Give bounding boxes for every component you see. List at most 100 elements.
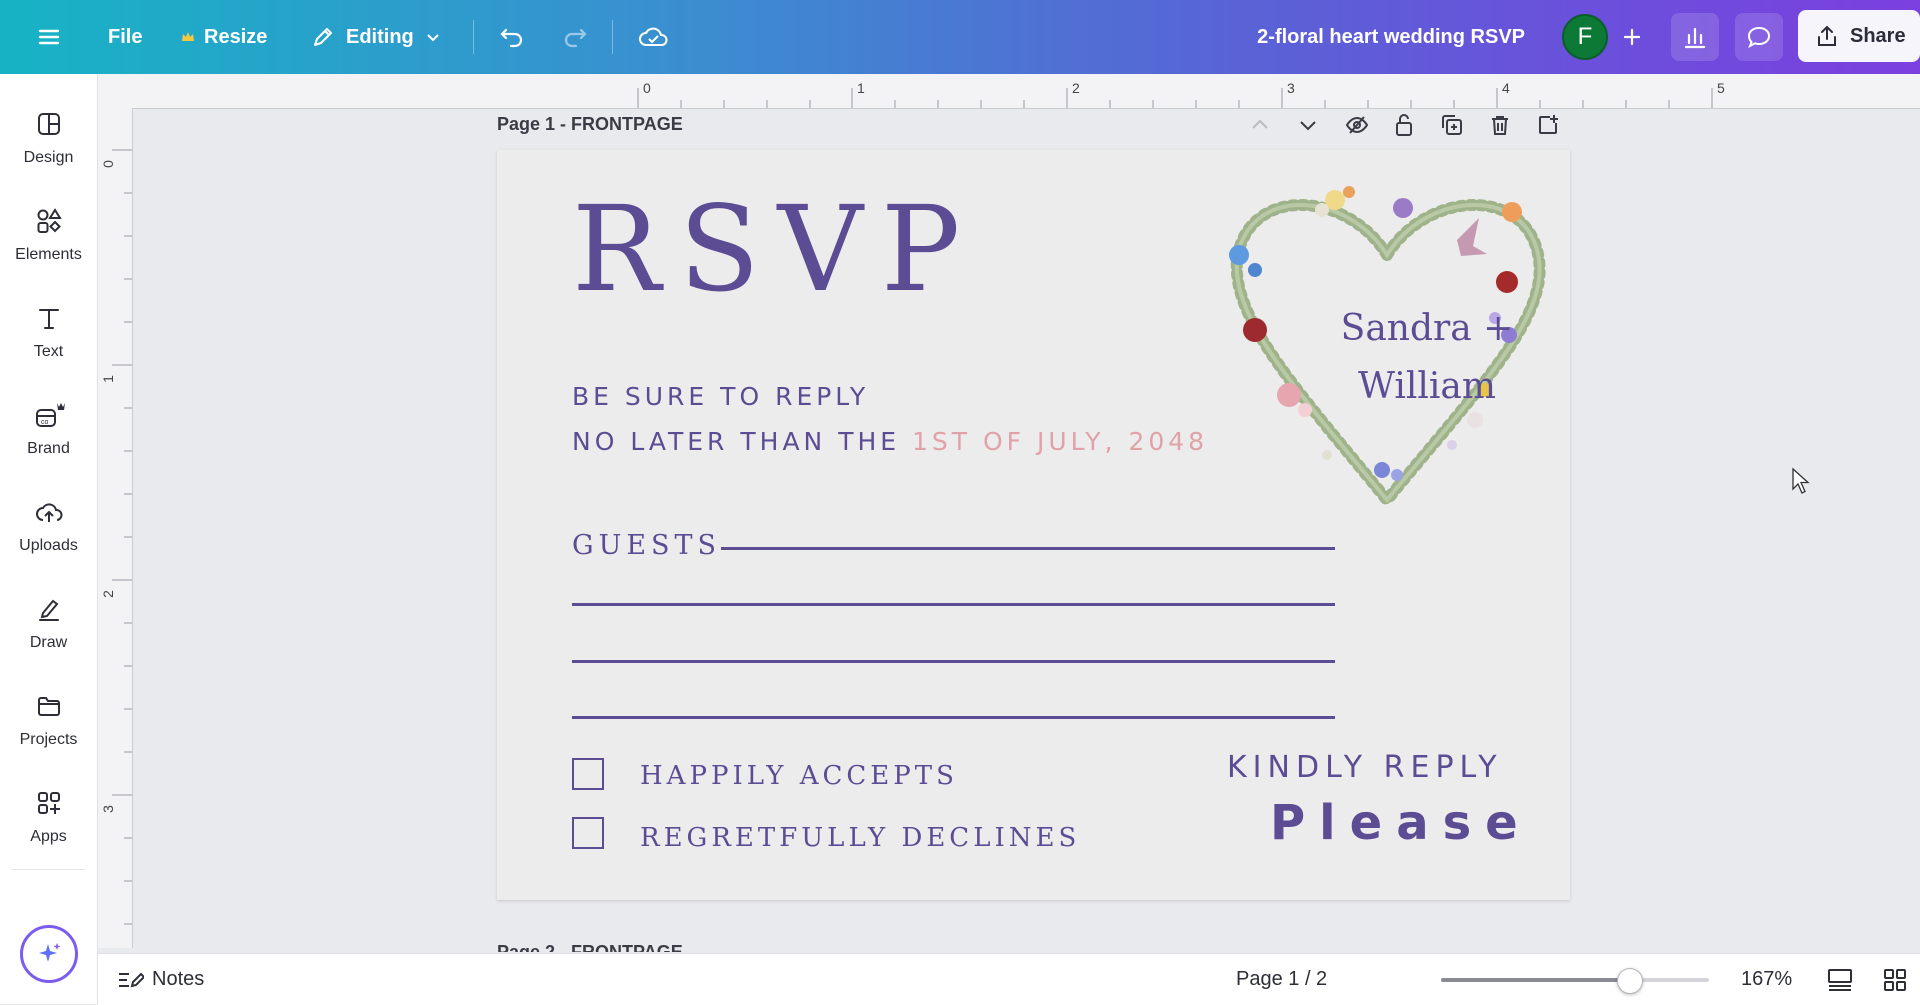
page-title[interactable]: Page 1 - FRONTPAGE bbox=[497, 114, 683, 135]
editing-label: Editing bbox=[346, 25, 414, 48]
redo-button[interactable] bbox=[560, 0, 590, 74]
share-button[interactable]: Share bbox=[1798, 10, 1920, 62]
crown-icon bbox=[182, 32, 194, 41]
guest-line[interactable] bbox=[572, 716, 1335, 719]
user-avatar[interactable]: F bbox=[1562, 14, 1608, 60]
notes-button[interactable]: Notes bbox=[116, 954, 204, 1005]
ruler-ticks bbox=[112, 149, 132, 925]
please-text[interactable]: Please bbox=[1270, 795, 1532, 851]
ruler-label: 0 bbox=[99, 160, 116, 168]
save-status-button[interactable] bbox=[637, 0, 669, 74]
design-icon bbox=[37, 113, 60, 135]
apps-icon bbox=[37, 792, 60, 814]
svg-text:co: co bbox=[41, 419, 49, 426]
ruler-label: 2 bbox=[1072, 80, 1080, 96]
add-page-icon[interactable] bbox=[1536, 113, 1560, 137]
reply-prefix: NO LATER THAN THE bbox=[572, 427, 913, 456]
ruler-label: 3 bbox=[99, 805, 116, 813]
sidebar-item-apps[interactable]: Apps bbox=[0, 771, 97, 861]
accept-checkbox[interactable] bbox=[572, 758, 604, 790]
file-menu-button[interactable]: File bbox=[108, 0, 142, 74]
left-sidebar: Design Elements Text co Brand Uploads Dr… bbox=[0, 74, 98, 1004]
insights-button[interactable] bbox=[1671, 13, 1719, 61]
text-icon bbox=[38, 309, 59, 329]
ruler-label: 4 bbox=[1502, 80, 1510, 96]
ruler-label: 5 bbox=[1717, 80, 1725, 96]
reply-deadline-date: 1ST OF JULY, 2048 bbox=[912, 427, 1209, 456]
hamburger-icon bbox=[38, 29, 60, 45]
comments-button[interactable] bbox=[1735, 13, 1783, 61]
toolbar-divider bbox=[473, 20, 474, 54]
ruler-label: 3 bbox=[1287, 80, 1295, 96]
vertical-ruler: 0 1 2 3 bbox=[98, 108, 133, 948]
duplicate-page-icon[interactable] bbox=[1440, 113, 1464, 137]
main-menu-button[interactable] bbox=[34, 0, 64, 74]
next-page-label[interactable]: Page 2 - FRONTPAGE bbox=[497, 942, 683, 952]
editing-mode-dropdown[interactable]: Editing bbox=[310, 0, 442, 74]
page-view-button[interactable] bbox=[1826, 954, 1854, 1005]
resize-label: Resize bbox=[204, 25, 268, 48]
page-indicator[interactable]: Page 1 / 2 bbox=[1236, 954, 1327, 1005]
hide-page-icon[interactable] bbox=[1344, 113, 1370, 137]
trash-icon[interactable] bbox=[1488, 113, 1512, 137]
notes-icon bbox=[119, 972, 144, 987]
accept-label[interactable]: HAPPILY ACCEPTS bbox=[640, 761, 958, 791]
sparkle-icon bbox=[39, 943, 61, 962]
zoom-slider-handle[interactable] bbox=[1616, 968, 1643, 994]
uploads-icon bbox=[35, 503, 63, 522]
sidebar-item-text[interactable]: Text bbox=[0, 286, 97, 376]
chevron-up-icon[interactable] bbox=[1248, 113, 1272, 137]
cloud-check-icon bbox=[639, 27, 668, 46]
mouse-pointer-icon bbox=[1792, 467, 1810, 494]
decline-label[interactable]: REGRETFULLY DECLINES bbox=[640, 823, 1080, 853]
sidebar-item-label: Draw bbox=[29, 634, 68, 651]
zoom-level[interactable]: 167% bbox=[1741, 954, 1792, 1005]
bottom-bar: Notes Page 1 / 2 167% bbox=[98, 953, 1920, 1005]
sidebar-item-brand[interactable]: co Brand bbox=[0, 383, 97, 473]
guest-line[interactable] bbox=[572, 660, 1335, 663]
guests-label[interactable]: GUESTS bbox=[572, 530, 721, 561]
reply-instruction-line1[interactable]: BE SURE TO REPLY bbox=[572, 382, 869, 411]
notes-label: Notes bbox=[152, 968, 205, 990]
ruler-label: 1 bbox=[857, 80, 865, 96]
grid-view-button[interactable] bbox=[1882, 954, 1908, 1005]
lock-icon[interactable] bbox=[1392, 112, 1416, 138]
decline-checkbox[interactable] bbox=[572, 817, 604, 849]
ruler-label: 1 bbox=[99, 375, 116, 383]
undo-button[interactable] bbox=[497, 0, 527, 74]
couple-names[interactable]: Sandra + William bbox=[1297, 300, 1557, 416]
guest-line[interactable] bbox=[721, 547, 1335, 550]
document-title[interactable]: 2-floral heart wedding RSVP bbox=[1257, 0, 1525, 74]
zoom-slider-fill bbox=[1441, 978, 1629, 982]
reply-instruction-line2[interactable]: NO LATER THAN THE 1ST OF JULY, 2048 bbox=[572, 427, 1208, 456]
couple-name-1: Sandra + bbox=[1340, 308, 1514, 349]
kindly-reply-text[interactable]: KINDLY REPLY bbox=[1227, 750, 1503, 785]
sidebar-item-uploads[interactable]: Uploads bbox=[0, 480, 97, 570]
couple-name-2: William bbox=[1357, 366, 1497, 407]
add-collaborator-button[interactable] bbox=[1608, 13, 1656, 61]
chevron-down-icon[interactable] bbox=[1296, 113, 1320, 137]
sidebar-item-projects[interactable]: Projects bbox=[0, 674, 97, 764]
sidebar-item-label: Elements bbox=[15, 246, 82, 263]
horizontal-ruler: 0 1 2 3 4 5 bbox=[98, 74, 1920, 109]
share-upload-icon bbox=[1818, 25, 1836, 46]
sidebar-item-elements[interactable]: Elements bbox=[0, 189, 97, 279]
sidebar-item-label: Text bbox=[33, 343, 64, 360]
sidebar-item-draw[interactable]: Draw bbox=[0, 577, 97, 667]
chevron-down-icon bbox=[427, 34, 439, 42]
guest-line[interactable] bbox=[572, 603, 1335, 606]
ruler-ticks bbox=[637, 88, 1713, 108]
ruler-label: 2 bbox=[99, 590, 116, 598]
resize-button[interactable]: Resize bbox=[180, 0, 267, 74]
magic-assistant-button[interactable] bbox=[20, 925, 78, 983]
sidebar-divider bbox=[12, 869, 85, 870]
sidebar-item-label: Projects bbox=[19, 731, 78, 748]
brand-icon: co bbox=[35, 403, 65, 427]
toolbar-divider bbox=[612, 20, 613, 54]
rsvp-heading[interactable]: RSVP bbox=[572, 180, 978, 318]
zoom-slider[interactable] bbox=[1441, 968, 1709, 994]
file-menu-label: File bbox=[108, 25, 143, 48]
sidebar-item-design[interactable]: Design bbox=[0, 92, 97, 182]
undo-icon bbox=[500, 28, 523, 48]
design-canvas[interactable]: RSVP BE SURE TO REPLY NO LATER THAN THE … bbox=[497, 150, 1570, 900]
